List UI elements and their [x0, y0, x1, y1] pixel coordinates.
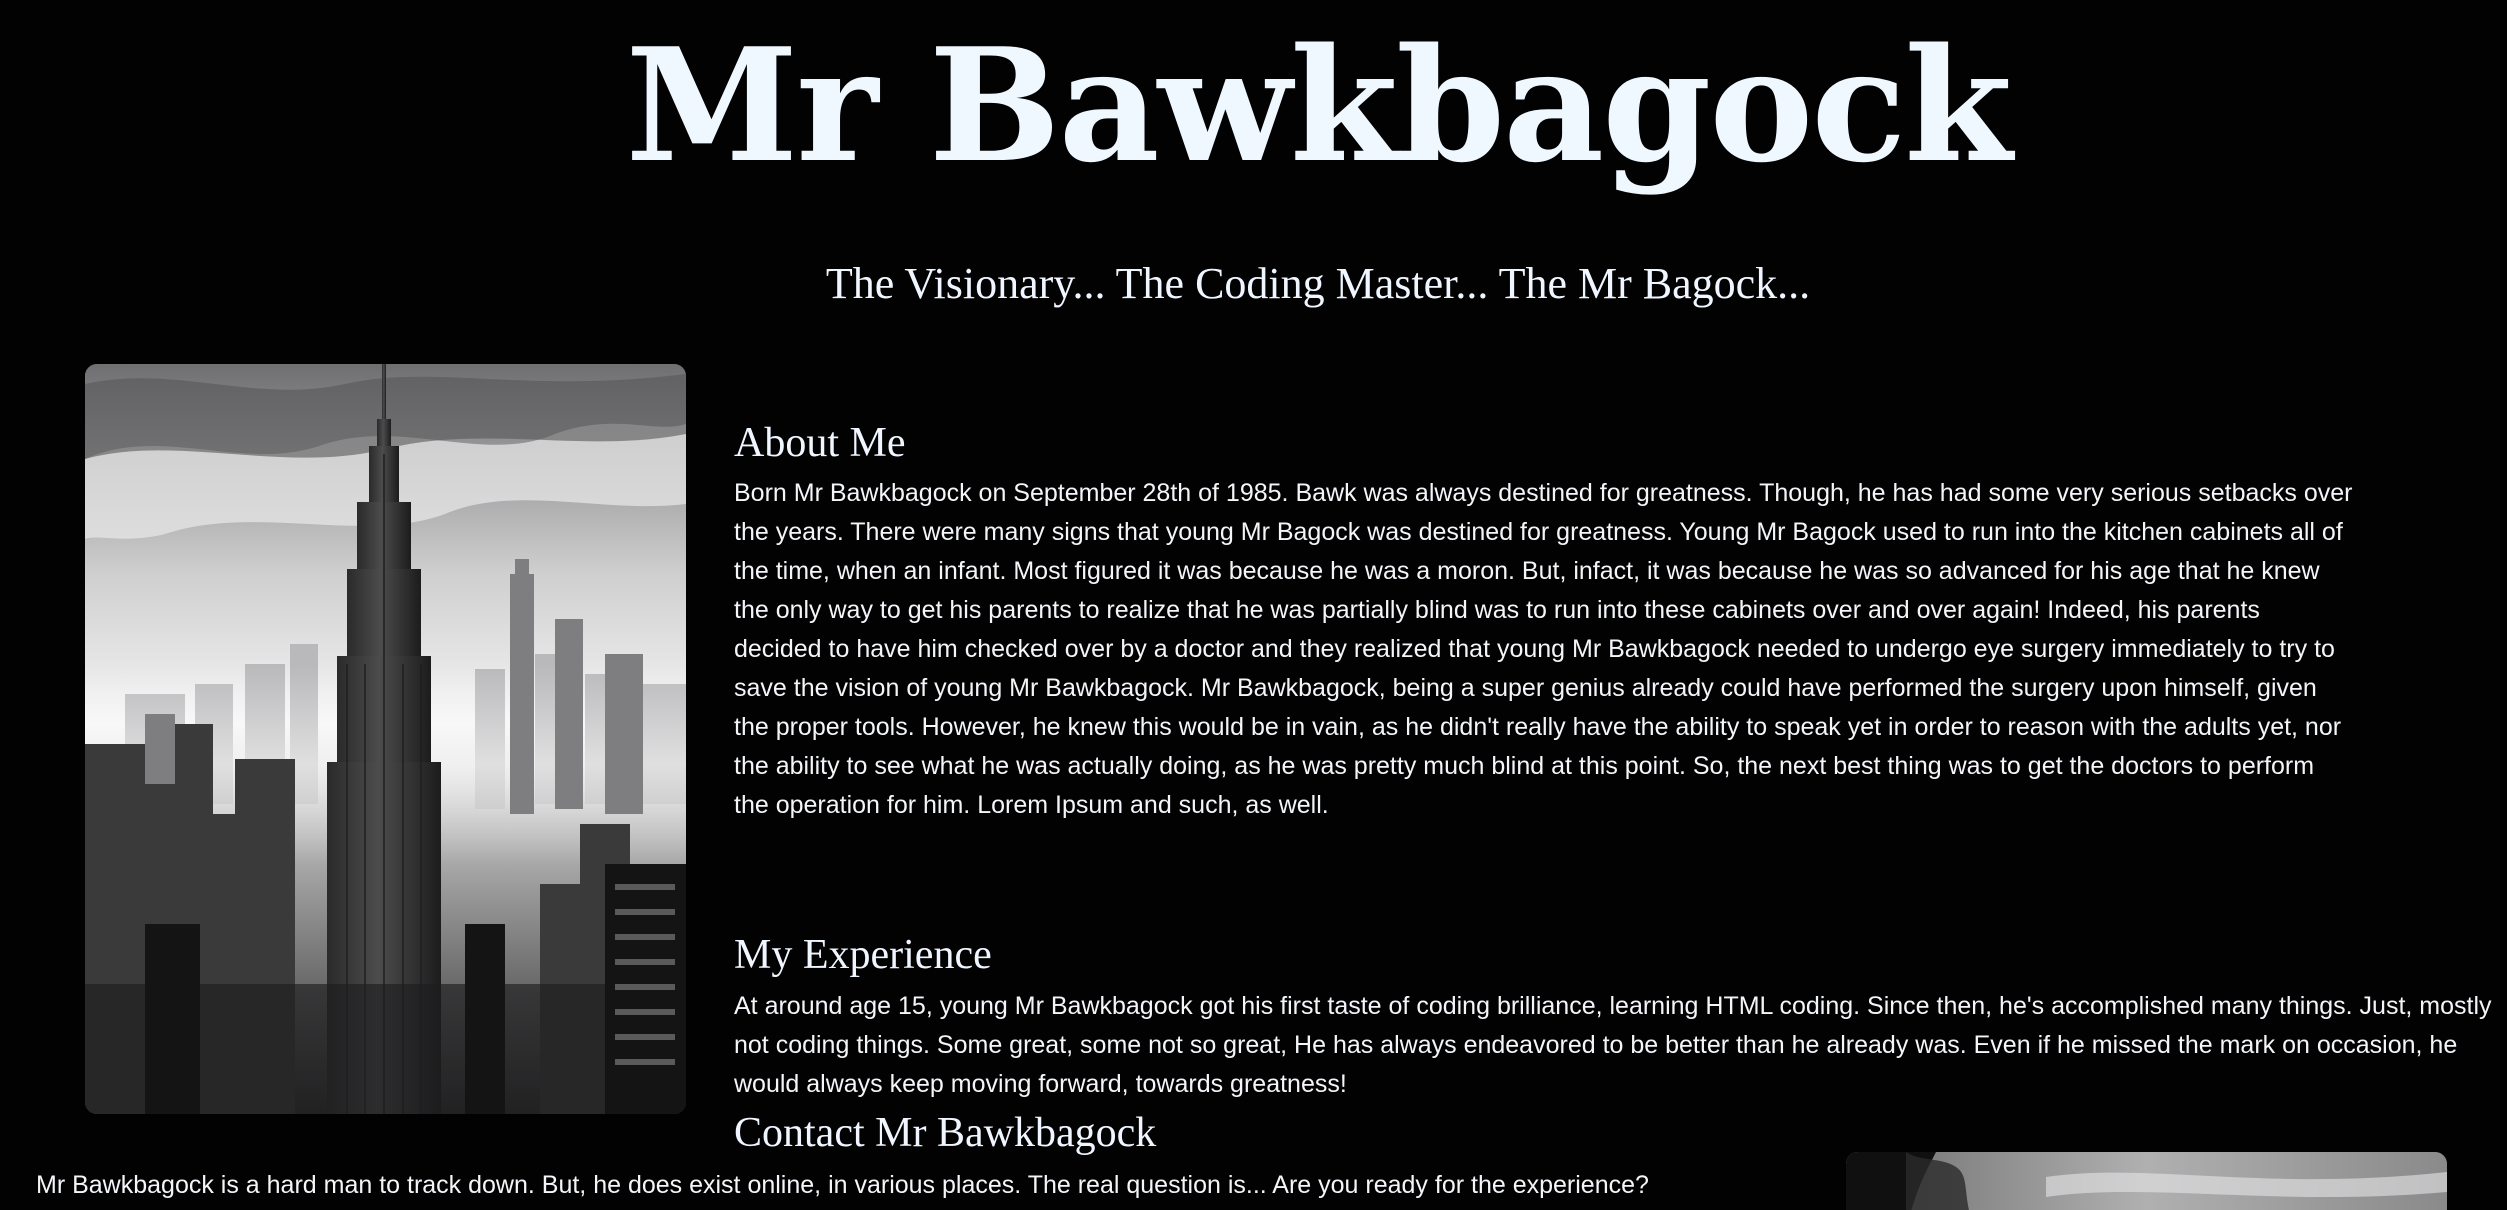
- experience-heading: My Experience: [734, 932, 992, 978]
- secondary-photo: [1846, 1152, 2447, 1210]
- contact-heading: Contact Mr Bawkbagock: [734, 1110, 1157, 1156]
- site-title: Mr Bawkbagock: [625, 14, 2013, 197]
- about-heading: About Me: [734, 420, 906, 466]
- page: Mr Bawkbagock The Visionary... The Codin…: [0, 0, 2507, 1210]
- about-text: Born Mr Bawkbagock on September 28th of …: [734, 479, 2353, 819]
- contact-text: Mr Bawkbagock is a hard man to track dow…: [36, 1171, 1649, 1199]
- site-tagline: The Visionary... The Coding Master... Th…: [825, 259, 1811, 308]
- experience-text: At around age 15, young Mr Bawkbagock go…: [734, 992, 2492, 1098]
- city-skyline-photo: [85, 364, 686, 1114]
